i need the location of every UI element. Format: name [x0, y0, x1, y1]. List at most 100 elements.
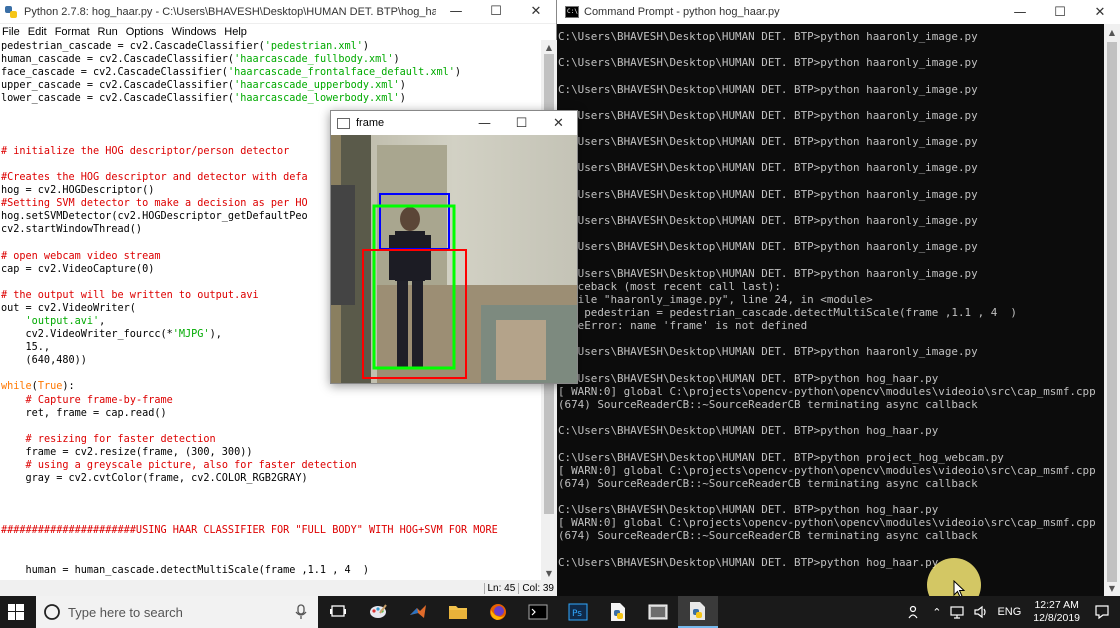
idle-statusbar: Ln: 45 Col: 39 [0, 580, 557, 596]
console-line: [ WARN:0] global C:\projects\opencv-pyth… [558, 463, 1096, 477]
close-button[interactable]: ✕ [516, 0, 556, 23]
maximize-button[interactable]: ☐ [1040, 0, 1080, 24]
code-line: human = human_cascade.detectMultiScale(f… [1, 564, 370, 576]
menu-options[interactable]: Options [124, 26, 168, 38]
maximize-button[interactable]: ☐ [476, 0, 516, 23]
close-button[interactable]: ✕ [1080, 0, 1120, 24]
code-line: pedestrian_cascade = cv2.CascadeClassifi… [1, 41, 370, 52]
console-line: C:\Users\BHAVESH\Desktop\HUMAN DET. BTP>… [558, 135, 978, 149]
taskbar-search-box[interactable]: Type here to search [36, 596, 318, 628]
cmd-window-title: Command Prompt - python hog_haar.py [584, 6, 780, 18]
frame-titlebar[interactable]: frame — ☐ ✕ [331, 111, 577, 135]
code-line: # Capture frame-by-frame [25, 394, 173, 406]
console-line: C:\Users\BHAVESH\Desktop\HUMAN DET. BTP>… [558, 371, 939, 385]
clock[interactable]: 12:27 AM 12/8/2019 [1025, 599, 1088, 625]
firefox-icon[interactable] [478, 596, 518, 628]
menu-run[interactable]: Run [96, 26, 122, 38]
console-line: C:\Users\BHAVESH\Desktop\HUMAN DET. BTP>… [558, 345, 978, 359]
code-line: upper_cascade = cv2.CascadeClassifier('h… [1, 80, 406, 92]
column-number: Col: 39 [518, 582, 557, 594]
console-line: C:\Users\BHAVESH\Desktop\HUMAN DET. BTP>… [558, 108, 978, 122]
webcam-image [331, 135, 577, 383]
scroll-up-arrow-icon[interactable]: ▲ [541, 40, 557, 54]
console-output[interactable]: C:\Users\BHAVESH\Desktop\HUMAN DET. BTP>… [557, 30, 1104, 596]
menu-help[interactable]: Help [222, 26, 251, 38]
idle-titlebar[interactable]: Python 2.7.8: hog_haar.py - C:\Users\BHA… [0, 0, 556, 24]
paint-app-icon[interactable] [358, 596, 398, 628]
cmd-vertical-scrollbar[interactable]: ▲ ▼ [1104, 24, 1120, 596]
volume-icon[interactable] [969, 605, 993, 619]
code-line: lower_cascade = cv2.CascadeClassifier('h… [1, 93, 406, 105]
idle-menubar: File Edit Format Run Options Windows Hel… [0, 24, 556, 40]
minimize-button[interactable]: — [1000, 0, 1040, 24]
console-line: NameError: name 'frame' is not defined [558, 319, 808, 333]
command-prompt-window[interactable]: C:\ Command Prompt - python hog_haar.py … [557, 0, 1120, 596]
taskbar: Type here to search Ps ⌃ ENG 12:27 AM 12… [0, 596, 1120, 628]
scroll-down-arrow-icon[interactable]: ▼ [541, 566, 557, 580]
cmd-titlebar[interactable]: C:\ Command Prompt - python hog_haar.py … [557, 0, 1120, 24]
scroll-thumb[interactable] [1107, 42, 1117, 582]
code-line: ######################USING HAAR CLASSIF… [1, 525, 498, 537]
frame-window-title: frame [356, 117, 385, 129]
python-file-icon[interactable] [598, 596, 638, 628]
file-explorer-icon[interactable] [438, 596, 478, 628]
console-line: [ WARN:0] global C:\projects\opencv-pyth… [558, 516, 1096, 530]
microphone-icon[interactable] [294, 604, 308, 620]
people-icon[interactable] [904, 605, 928, 619]
menu-windows[interactable]: Windows [170, 26, 221, 38]
console-line: File "haaronly_image.py", line 24, in <m… [558, 292, 873, 306]
code-line: frame = cv2.resize(frame, (300, 300)) [1, 446, 253, 458]
console-line: (674) SourceReaderCB::~SourceReaderCB te… [558, 529, 978, 543]
code-line: # resizing for faster detection [25, 433, 216, 445]
scroll-up-arrow-icon[interactable]: ▲ [1104, 24, 1120, 40]
window-icon [337, 117, 350, 129]
idle-taskbar-icon[interactable] [678, 596, 718, 628]
console-line: C:\Users\BHAVESH\Desktop\HUMAN DET. BTP>… [558, 450, 1004, 464]
language-indicator[interactable]: ENG [993, 606, 1025, 618]
svg-text:Ps: Ps [572, 609, 582, 619]
console-line: C:\Users\BHAVESH\Desktop\HUMAN DET. BTP>… [558, 555, 939, 569]
minimize-button[interactable]: — [436, 0, 476, 23]
search-icon [44, 604, 60, 620]
maximize-button[interactable]: ☐ [503, 111, 540, 135]
console-line: C:\Users\BHAVESH\Desktop\HUMAN DET. BTP>… [558, 82, 978, 96]
frame-window[interactable]: frame — ☐ ✕ [330, 110, 578, 384]
clock-date: 12/8/2019 [1033, 612, 1080, 624]
scroll-down-arrow-icon[interactable]: ▼ [1104, 580, 1120, 596]
matlab-icon[interactable] [398, 596, 438, 628]
code-line: human_cascade = cv2.CascadeClassifier('h… [1, 54, 400, 66]
network-icon[interactable] [945, 605, 969, 619]
minimize-button[interactable]: — [466, 111, 503, 135]
start-button[interactable] [0, 596, 32, 628]
console-line: C:\Users\BHAVESH\Desktop\HUMAN DET. BTP>… [558, 240, 978, 254]
camera-app-icon[interactable] [638, 596, 678, 628]
notifications-icon[interactable] [1088, 604, 1120, 620]
close-button[interactable]: ✕ [540, 111, 577, 135]
webcam-frame [331, 135, 577, 383]
search-placeholder: Type here to search [68, 604, 183, 620]
console-line: (674) SourceReaderCB::~SourceReaderCB te… [558, 397, 978, 411]
chevron-up-icon[interactable]: ⌃ [928, 606, 945, 619]
windows-logo-icon [8, 604, 24, 620]
clock-time: 12:27 AM [1034, 599, 1079, 611]
menu-edit[interactable]: Edit [26, 26, 51, 38]
code-line: face_cascade = cv2.CascadeClassifier('ha… [1, 67, 462, 79]
task-view-icon[interactable] [318, 596, 358, 628]
menu-format[interactable]: Format [53, 26, 94, 38]
console-line: C:\Users\BHAVESH\Desktop\HUMAN DET. BTP>… [558, 187, 978, 201]
system-tray: ⌃ ENG 12:27 AM 12/8/2019 [904, 596, 1120, 628]
photoshop-icon[interactable]: Ps [558, 596, 598, 628]
menu-file[interactable]: File [0, 26, 24, 38]
console-line: pedestrian = pedestrian_cascade.detectMu… [558, 305, 1017, 319]
command-prompt-taskbar-icon[interactable] [518, 596, 558, 628]
